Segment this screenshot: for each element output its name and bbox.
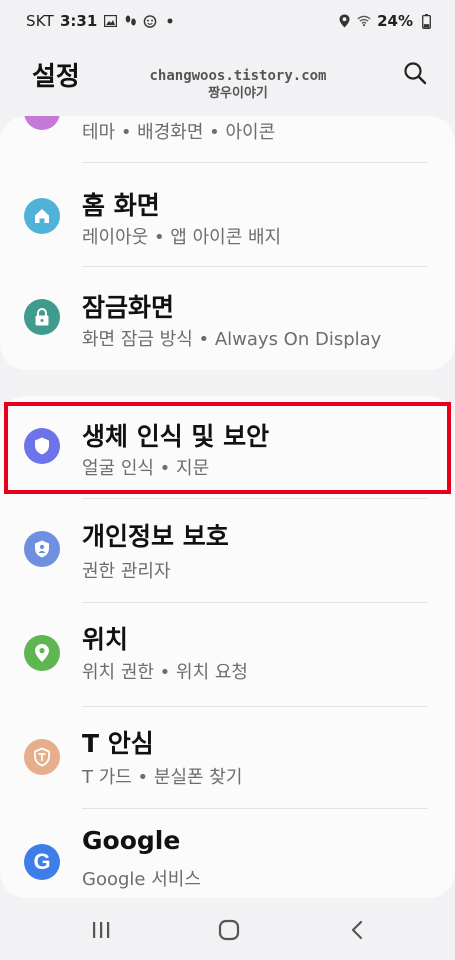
wifi-icon: [357, 14, 371, 28]
settings-item-subtitle: 레이아웃 • 앱 아이콘 배지: [82, 227, 282, 248]
app-header: 설정 changwoos.tistory.com 짱우이야기: [0, 50, 455, 110]
settings-item-title: 홈 화면: [82, 191, 160, 220]
back-icon: [351, 920, 363, 940]
settings-item-subtitle: 권한 관리자: [82, 561, 171, 582]
settings-item-subtitle: 화면 잠금 방식 • Always On Display: [82, 329, 382, 350]
settings-item-lock-screen[interactable]: 잠금화면 화면 잠금 방식 • Always On Display: [0, 267, 455, 370]
location-pin-icon: [24, 635, 60, 671]
settings-item-subtitle: 위치 권한 • 위치 요청: [82, 662, 248, 683]
lock-icon: [24, 299, 60, 335]
clock: 3:31: [59, 12, 98, 30]
page-title: 설정: [32, 62, 80, 92]
settings-item-title: 개인정보 보호: [82, 522, 229, 551]
settings-item-subtitle: T 가드 • 분실폰 찾기: [82, 767, 243, 788]
recent-apps-icon: [93, 922, 110, 938]
status-bar: SKT 3:31 24%: [0, 0, 455, 42]
watermark-url: changwoos.tistory.com: [149, 68, 327, 84]
watermark: changwoos.tistory.com 짱우이야기: [143, 68, 333, 102]
settings-item-t-safe[interactable]: T 안심 T 가드 • 분실폰 찾기: [0, 707, 455, 811]
search-icon: [404, 62, 427, 85]
settings-item-subtitle: 테마 • 배경화면 • 아이콘: [82, 122, 276, 143]
recent-apps-button[interactable]: [86, 916, 116, 944]
settings-item-location[interactable]: 위치 위치 권한 • 위치 요청: [0, 603, 455, 707]
settings-item-google[interactable]: G Google Google 서비스: [0, 809, 455, 898]
palette-icon: [24, 116, 60, 130]
settings-item-title: T 안심: [82, 729, 154, 758]
highlight-annotation-box: [4, 402, 451, 494]
t-guard-icon: [24, 739, 60, 775]
battery-percent: 24%: [377, 12, 413, 30]
back-button[interactable]: [342, 916, 372, 944]
navigation-bar: [0, 900, 455, 960]
settings-item-title: 위치: [82, 625, 129, 654]
gallery-notification-icon: [103, 14, 117, 28]
settings-item-home-screen[interactable]: 홈 화면 레이아웃 • 앱 아이콘 배지: [0, 163, 455, 267]
home-icon: [24, 198, 60, 234]
search-button[interactable]: [400, 58, 430, 88]
watermark-text: 짱우이야기: [208, 86, 268, 101]
settings-item-title: 잠금화면: [82, 293, 175, 322]
home-button[interactable]: [214, 916, 244, 944]
more-notifications-dot-icon: [163, 14, 177, 28]
settings-card-display: 테마 • 배경화면 • 아이콘 홈 화면 레이아웃 • 앱 아이콘 배지 잠금화…: [0, 116, 455, 370]
google-icon: G: [24, 844, 60, 880]
battery-icon: [419, 13, 433, 29]
privacy-icon: [24, 531, 60, 567]
settings-screen: SKT 3:31 24% 설정 changwoos.tistory.com 짱우…: [0, 0, 455, 960]
carrier-label: SKT: [26, 12, 54, 30]
settings-item-title: Google: [82, 826, 181, 855]
settings-item-wallpaper-theme[interactable]: 테마 • 배경화면 • 아이콘: [0, 116, 455, 164]
settings-item-subtitle: Google 서비스: [82, 869, 201, 890]
settings-item-privacy[interactable]: 개인정보 보호 권한 관리자: [0, 499, 455, 602]
face-notification-icon: [143, 14, 157, 28]
location-status-icon: [337, 14, 351, 28]
footsteps-notification-icon: [123, 14, 137, 28]
home-button-icon: [218, 919, 240, 941]
